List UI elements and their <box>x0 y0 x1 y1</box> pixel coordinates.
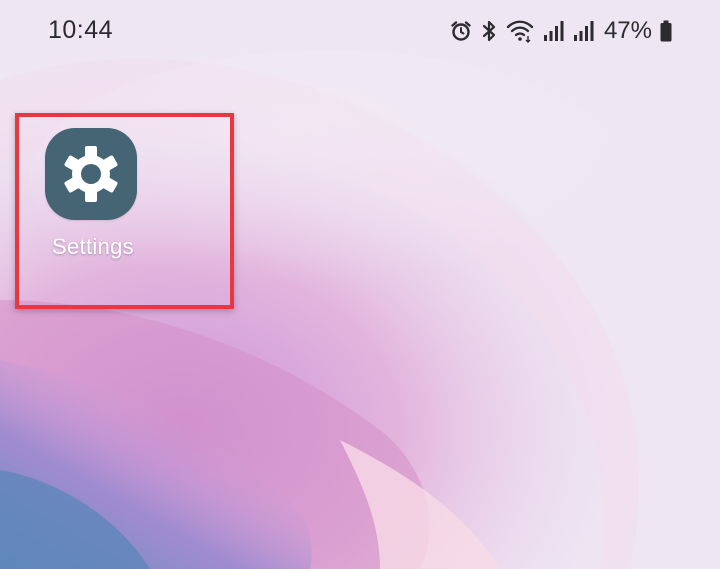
signal-icon <box>542 20 564 42</box>
status-bar: 10:44 47% <box>0 0 720 62</box>
battery-icon <box>660 20 672 42</box>
alarm-icon <box>450 20 472 42</box>
highlight-box <box>15 113 234 309</box>
home-screen: 10:44 47% Settings <box>0 0 720 569</box>
battery-percent: 47% <box>603 17 652 44</box>
status-time: 10:44 <box>48 16 114 44</box>
wifi-icon <box>506 19 534 43</box>
status-icons: 47% <box>450 16 672 46</box>
bluetooth-icon <box>480 19 498 43</box>
signal-icon <box>572 20 594 42</box>
